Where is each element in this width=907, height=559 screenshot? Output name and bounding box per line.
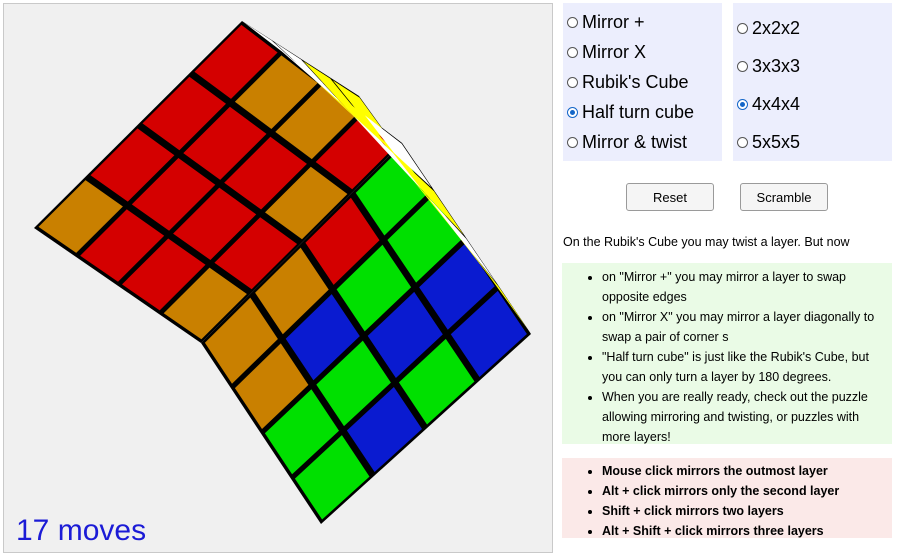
mode-label: Mirror & twist [582, 131, 687, 152]
mode-option-mirror-and-twist[interactable]: Mirror & twist [563, 127, 722, 157]
controls-item: Alt + click mirrors only the second laye… [602, 481, 886, 501]
rules-item: on "Mirror X" you may mirror a layer dia… [602, 307, 886, 347]
cube-view[interactable] [4, 4, 553, 553]
radio-icon[interactable] [567, 16, 578, 28]
mode-option-mirror-plus[interactable]: Mirror + [563, 7, 722, 37]
radio-icon[interactable] [737, 136, 748, 148]
cube-canvas[interactable]: 17 moves [3, 3, 553, 553]
size-option-5x5x5[interactable]: 5x5x5 [733, 123, 892, 161]
radio-icon[interactable] [567, 76, 578, 88]
intro-text: On the Rubik's Cube you may twist a laye… [563, 235, 850, 249]
size-label: 3x3x3 [752, 55, 801, 76]
scramble-button[interactable]: Scramble [740, 183, 828, 211]
mode-selector: Mirror + Mirror X Rubik's Cube Half turn… [563, 3, 722, 161]
reset-button[interactable]: Reset [626, 183, 714, 211]
size-option-2x2x2[interactable]: 2x2x2 [733, 9, 892, 47]
mode-label: Mirror X [582, 41, 646, 62]
controls-item: Alt + Shift + click mirrors three layers [602, 521, 886, 541]
controls-item: Mouse click mirrors the outmost layer [602, 461, 886, 481]
size-option-3x3x3[interactable]: 3x3x3 [733, 47, 892, 85]
mode-label: Rubik's Cube [582, 71, 689, 92]
size-label: 5x5x5 [752, 131, 801, 152]
rules-box: on "Mirror +" you may mirror a layer to … [562, 263, 892, 444]
radio-icon[interactable] [737, 22, 748, 34]
rules-item: on "Mirror +" you may mirror a layer to … [602, 267, 886, 307]
mode-label: Half turn cube [582, 101, 695, 122]
radio-icon[interactable] [567, 46, 578, 58]
rules-item: When you are really ready, check out the… [602, 387, 886, 447]
controls-item: Shift + click mirrors two layers [602, 501, 886, 521]
size-label: 4x4x4 [752, 93, 801, 114]
radio-icon[interactable] [737, 60, 748, 72]
mode-option-mirror-x[interactable]: Mirror X [563, 37, 722, 67]
mode-option-half-turn-cube[interactable]: Half turn cube [563, 97, 722, 127]
mode-label: Mirror + [582, 11, 645, 32]
size-option-4x4x4[interactable]: 4x4x4 [733, 85, 892, 123]
radio-icon[interactable] [567, 106, 578, 118]
radio-icon[interactable] [567, 136, 578, 148]
controls-box: Mouse click mirrors the outmost layer Al… [562, 458, 892, 538]
move-counter: 17 moves [16, 514, 147, 547]
size-selector: 2x2x2 3x3x3 4x4x4 5x5x5 [733, 3, 892, 161]
mode-option-rubiks-cube[interactable]: Rubik's Cube [563, 67, 722, 97]
rules-item: "Half turn cube" is just like the Rubik'… [602, 347, 886, 387]
radio-icon[interactable] [737, 98, 748, 110]
size-label: 2x2x2 [752, 17, 801, 38]
